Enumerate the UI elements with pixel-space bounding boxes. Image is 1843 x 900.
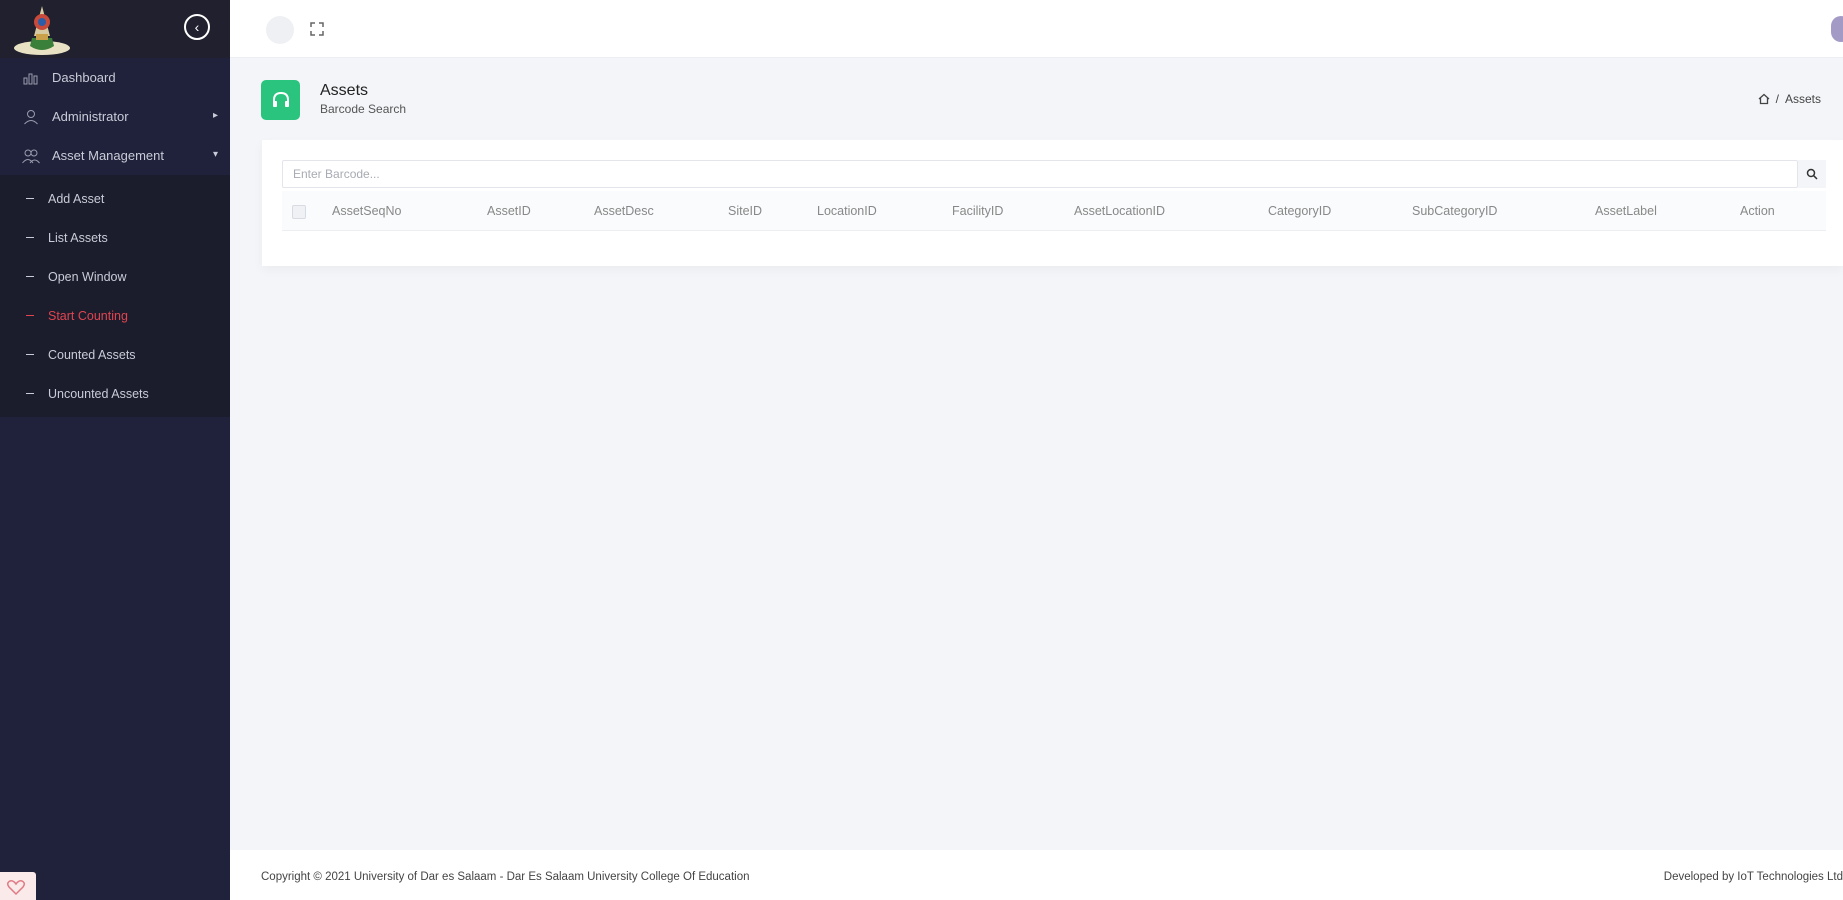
submenu-item-uncounted-assets[interactable]: Uncounted Assets (0, 374, 230, 413)
sidebar-header: ‹ (0, 0, 230, 58)
sidebar-item-administrator[interactable]: Administrator ▸ (0, 97, 230, 136)
page-header: Assets Barcode Search / Assets (261, 80, 1821, 120)
dash-icon (26, 276, 34, 277)
dash-icon (26, 393, 34, 394)
fullscreen-icon[interactable] (306, 18, 328, 40)
column-header-assetdesc[interactable]: AssetDesc (594, 204, 654, 218)
chevron-down-icon: ▾ (212, 149, 218, 160)
submenu-label: Add Asset (48, 191, 105, 206)
footer: Copyright © 2021 University of Dar es Sa… (230, 850, 1843, 900)
user-icon (22, 108, 40, 126)
sidebar-toggle-button[interactable]: ‹ (184, 14, 210, 40)
submenu-label: Open Window (48, 269, 127, 284)
column-header-assetseqno[interactable]: AssetSeqNo (332, 204, 401, 218)
submenu-item-counted-assets[interactable]: Counted Assets (0, 335, 230, 374)
submenu-label: Start Counting (48, 308, 128, 323)
submenu-label: Uncounted Assets (48, 386, 149, 401)
topbar (230, 0, 1843, 58)
column-header-assetid[interactable]: AssetID (487, 204, 531, 218)
corner-badge (0, 872, 36, 900)
dash-icon (26, 237, 34, 238)
footer-copyright: Copyright © 2021 University of Dar es Sa… (261, 871, 750, 883)
university-logo (14, 6, 70, 55)
column-header-subcategoryid[interactable]: SubCategoryID (1412, 204, 1497, 218)
headphones-icon (261, 80, 300, 120)
submenu-item-add-asset[interactable]: Add Asset (0, 179, 230, 218)
chevron-right-icon: ▸ (212, 110, 218, 121)
breadcrumb-current: Assets (1784, 92, 1821, 106)
heart-icon (6, 880, 26, 896)
search-row (282, 160, 1826, 188)
dash-icon (26, 315, 34, 316)
column-header-action: Action (1740, 204, 1775, 218)
column-header-assetlabel[interactable]: AssetLabel (1595, 204, 1657, 218)
sidebar-item-label: Dashboard (52, 70, 116, 85)
sidebar-menu: Dashboard Administrator ▸ Asset Manageme… (0, 58, 230, 175)
menu-toggle-button[interactable] (266, 16, 294, 44)
footer-developer: Developed by IoT Technologies Ltd (1663, 871, 1843, 883)
submenu-item-open-window[interactable]: Open Window (0, 257, 230, 296)
select-all-checkbox[interactable] (292, 205, 306, 219)
submenu-item-list-assets[interactable]: List Assets (0, 218, 230, 257)
submenu-label: Counted Assets (48, 347, 136, 362)
dash-icon (26, 354, 34, 355)
column-header-assetlocationid[interactable]: AssetLocationID (1074, 204, 1165, 218)
sidebar-item-asset-management[interactable]: Asset Management ▾ (0, 136, 230, 175)
table-header: AssetSeqNo AssetID AssetDesc SiteID Loca… (282, 191, 1826, 231)
users-icon (22, 147, 40, 165)
breadcrumb: / Assets (1758, 92, 1821, 106)
column-header-categoryid[interactable]: CategoryID (1268, 204, 1331, 218)
column-header-locationid[interactable]: LocationID (817, 204, 877, 218)
column-header-siteid[interactable]: SiteID (728, 204, 762, 218)
home-icon[interactable] (1758, 93, 1770, 105)
page-title: Assets (320, 82, 369, 99)
sidebar-item-label: Administrator (52, 109, 129, 124)
breadcrumb-separator: / (1775, 92, 1779, 106)
dash-icon (26, 198, 34, 199)
submenu-label: List Assets (48, 230, 108, 245)
submenu-item-start-counting[interactable]: Start Counting (0, 296, 230, 335)
asset-management-submenu: Add Asset List Assets Open Window Start … (0, 175, 230, 417)
sidebar: ‹ Dashboard Administrator ▸ Asset Manage… (0, 0, 230, 900)
barcode-search-card: AssetSeqNo AssetID AssetDesc SiteID Loca… (262, 140, 1843, 266)
barcode-search-input[interactable] (282, 160, 1798, 188)
search-icon (1806, 168, 1818, 180)
page-subtitle: Barcode Search (320, 102, 407, 116)
column-header-facilityid[interactable]: FacilityID (952, 204, 1003, 218)
chevron-left-icon: ‹ (194, 19, 200, 35)
sidebar-item-label: Asset Management (52, 148, 165, 163)
chart-icon (22, 69, 40, 87)
sidebar-item-dashboard[interactable]: Dashboard (0, 58, 230, 97)
user-avatar[interactable] (1831, 16, 1843, 42)
search-button[interactable] (1798, 160, 1826, 188)
